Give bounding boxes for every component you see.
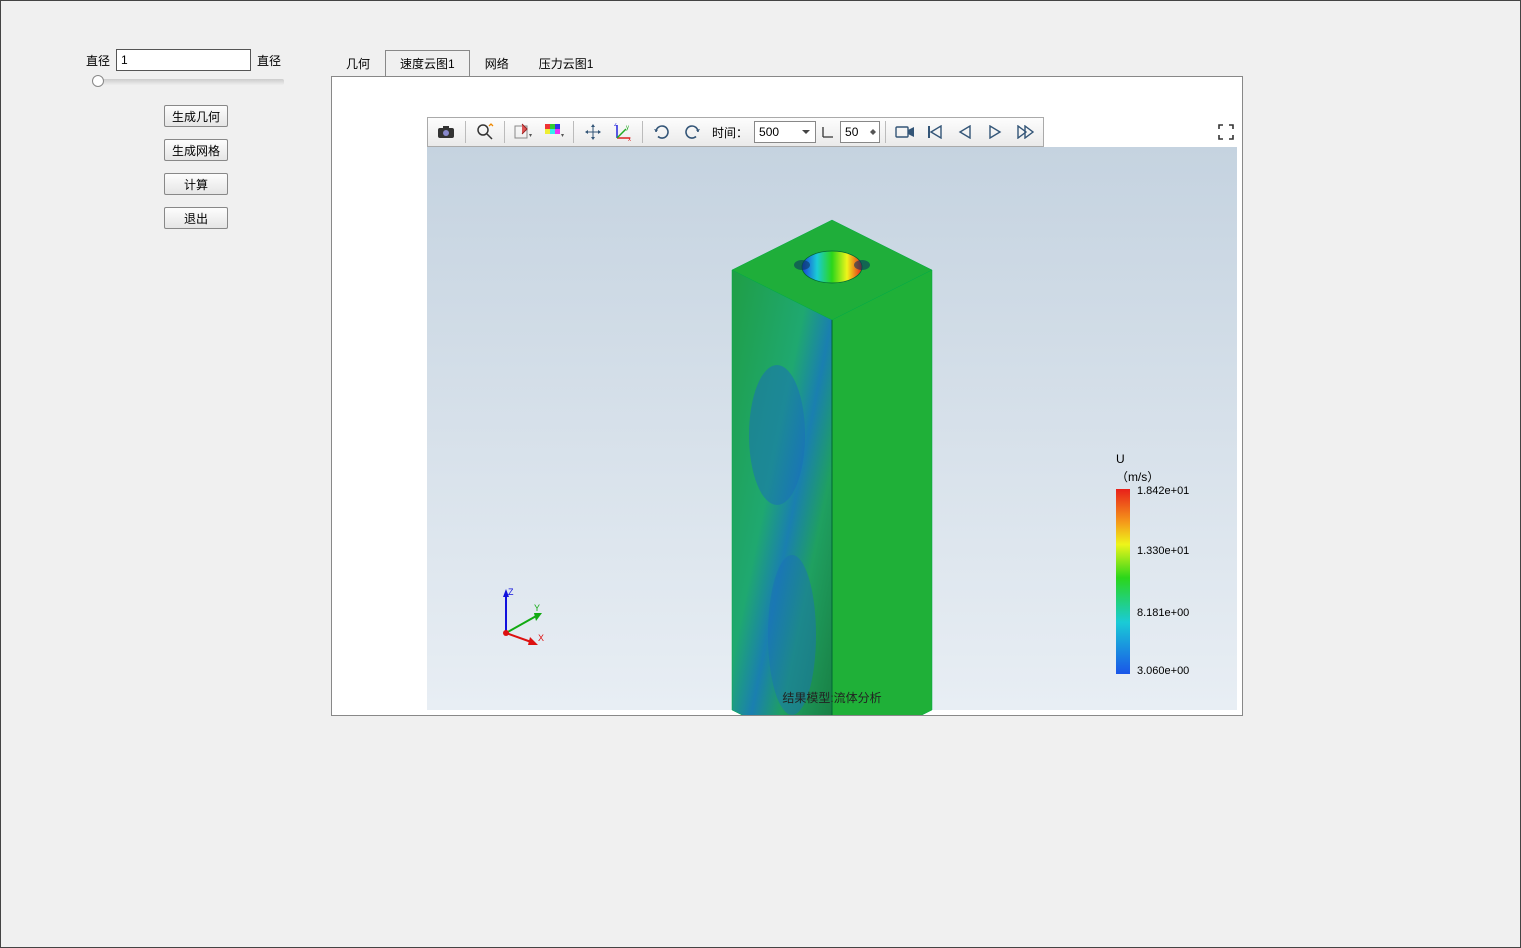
camera-icon[interactable] (432, 119, 460, 145)
prev-frame-icon[interactable] (951, 119, 979, 145)
coordinate-axes: Z Y X (494, 585, 554, 645)
action-buttons: 生成几何 生成网格 计算 退出 (86, 105, 306, 229)
svg-text:z: z (614, 123, 617, 128)
fullscreen-icon[interactable] (1213, 119, 1239, 145)
colorbar-tick-0: 1.842e+01 (1137, 485, 1189, 497)
svg-text:▾: ▾ (561, 133, 564, 139)
colorbar-tick-2: 8.181e+00 (1137, 607, 1189, 619)
colorbar-ticks: 1.842e+01 1.330e+01 8.181e+00 3.060e+00 (1137, 489, 1207, 674)
rotate-ccw-icon[interactable] (648, 119, 676, 145)
viewport-toolbar: ▾ ▾ z x y 时间： 50 (427, 117, 1044, 147)
main-area: 几何 速度云图1 网络 压力云图1 ▾ ▾ (331, 49, 1243, 716)
slider-thumb[interactable] (92, 75, 104, 87)
record-icon[interactable] (891, 119, 919, 145)
tab-pressure-cloud[interactable]: 压力云图1 (524, 50, 609, 77)
model-prism (722, 215, 942, 716)
svg-text:Z: Z (508, 587, 514, 597)
rotate-cw-icon[interactable] (678, 119, 706, 145)
diameter-row: 直径 直径 (86, 49, 306, 71)
viewport-3d[interactable]: Z Y X U （m/s） 1.842e+01 (427, 147, 1237, 710)
svg-text:x: x (628, 137, 631, 141)
tab-velocity-cloud[interactable]: 速度云图1 (385, 50, 470, 77)
diameter-input[interactable] (116, 49, 251, 71)
color-cube-icon[interactable]: ▾ (540, 119, 568, 145)
tab-geometry[interactable]: 几何 (331, 50, 385, 77)
generate-mesh-button[interactable]: 生成网格 (164, 139, 228, 161)
next-frame-icon[interactable] (1011, 119, 1039, 145)
play-icon[interactable] (981, 119, 1009, 145)
model-label: 结果模型:流体分析 (782, 689, 881, 706)
colorbar: U （m/s） 1.842e+01 1.330e+01 8.181e+00 3.… (1116, 452, 1207, 674)
svg-text:y: y (626, 125, 629, 131)
colorbar-unit: （m/s） (1116, 468, 1207, 485)
svg-text:▾: ▾ (529, 133, 532, 139)
diameter-label-left: 直径 (86, 52, 110, 69)
time-combo[interactable]: 500 (754, 121, 816, 143)
step-spin[interactable]: 50 (840, 121, 880, 143)
diameter-slider[interactable] (92, 79, 284, 85)
move-icon[interactable] (579, 119, 607, 145)
exit-button[interactable]: 退出 (164, 207, 228, 229)
viewport-frame: ▾ ▾ z x y 时间： 50 (331, 76, 1243, 716)
svg-text:X: X (538, 633, 544, 643)
first-frame-icon[interactable] (921, 119, 949, 145)
zoom-icon[interactable] (471, 119, 499, 145)
svg-text:Y: Y (534, 603, 540, 613)
angle-icon (820, 124, 836, 140)
generate-geometry-button[interactable]: 生成几何 (164, 105, 228, 127)
axes-icon[interactable]: z x y (609, 119, 637, 145)
colorbar-tick-1: 1.330e+01 (1137, 545, 1189, 557)
colorbar-tick-3: 3.060e+00 (1137, 665, 1189, 677)
app-window: 直径 直径 生成几何 生成网格 计算 退出 几何 速度云图1 网络 压力云图1 (0, 0, 1521, 948)
select-icon[interactable]: ▾ (510, 119, 538, 145)
colorbar-gradient (1116, 489, 1130, 674)
time-label: 时间： (712, 124, 748, 141)
diameter-label-right: 直径 (257, 52, 281, 69)
tab-bar: 几何 速度云图1 网络 压力云图1 (331, 49, 1243, 76)
sidebar: 直径 直径 生成几何 生成网格 计算 退出 (86, 49, 306, 229)
tab-mesh[interactable]: 网络 (470, 50, 524, 77)
colorbar-title: U (1116, 452, 1207, 466)
compute-button[interactable]: 计算 (164, 173, 228, 195)
